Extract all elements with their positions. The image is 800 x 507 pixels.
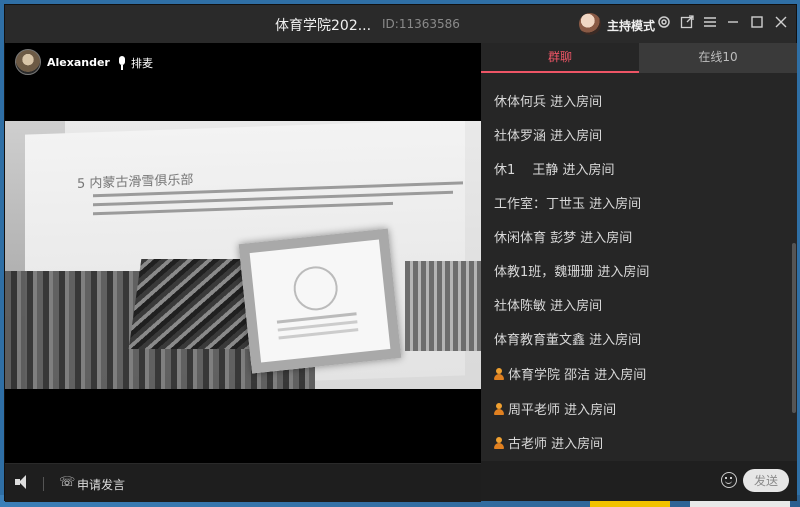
list-item: 古老师 进入房间 [494, 433, 603, 452]
divider [43, 477, 44, 491]
slide-photo-right [405, 261, 481, 351]
list-item: 社体罗涵 进入房间 [494, 129, 603, 144]
window-title: 体育学院202... [275, 18, 372, 34]
chat-input[interactable] [491, 470, 715, 494]
send-button[interactable]: 发送 [743, 469, 789, 492]
teacher-icon [494, 367, 504, 380]
room-id: ID:11363586 [382, 17, 460, 31]
message-scrollbar[interactable] [792, 243, 796, 413]
mic-queue-label: 排麦 [131, 57, 153, 70]
shared-slide: 5 内蒙古滑雪俱乐部 [5, 121, 481, 389]
list-item: 周平老师 进入房间 [494, 399, 616, 418]
list-item: 体教1班，魏珊珊 进入房间 [494, 265, 650, 280]
phone-request-icon[interactable]: ☏ [59, 475, 75, 490]
host-avatar[interactable] [579, 13, 601, 35]
teacher-icon [494, 402, 504, 415]
slide-certificate-image [238, 228, 402, 374]
presenter-info: Alexander [15, 49, 110, 75]
panel-tabs: 群聊 在线10 [481, 43, 797, 73]
list-item: 休体何兵 进入房间 [494, 95, 603, 110]
popout-icon[interactable] [679, 15, 695, 31]
teacher-icon [494, 436, 504, 449]
minimize-icon[interactable] [725, 15, 741, 31]
list-item: 体育学院 邵洁 进入房间 [494, 364, 646, 383]
message-list: 休体何兵 进入房间 社体罗涵 进入房间 休1 王静 进入房间 工作室：丁世玉 进… [481, 79, 797, 459]
presenter-avatar [15, 49, 41, 75]
close-icon[interactable] [773, 15, 789, 31]
menu-icon[interactable] [702, 15, 718, 31]
list-item: 休1 王静 进入房间 [494, 163, 615, 178]
chat-panel: 群聊 在线10 休体何兵 进入房间 社体罗涵 进入房间 休1 王静 进入房间 工… [481, 43, 797, 501]
tab-online[interactable]: 在线10 [639, 43, 797, 73]
control-bar: ☏ 申请发言 [5, 463, 481, 502]
host-mode-label[interactable]: 主持模式 [607, 17, 655, 34]
video-area[interactable]: Alexander 排麦 5 内蒙古滑雪俱乐部 [5, 43, 481, 463]
presenter-name: Alexander [47, 55, 110, 69]
chat-input-bar: 发送 [481, 461, 797, 501]
list-item: 休闲体育 彭梦 进入房间 [494, 231, 633, 246]
gear-icon[interactable] [656, 15, 672, 31]
list-item: 体育教育董文鑫 进入房间 [494, 333, 642, 348]
list-item: 社体陈敏 进入房间 [494, 299, 603, 314]
title-bar: 体育学院202... ID:11363586 主持模式 [5, 5, 796, 43]
mic-queue-button[interactable]: 排麦 [118, 55, 153, 71]
slide-heading: 5 内蒙古滑雪俱乐部 [77, 172, 194, 192]
speaker-icon[interactable] [15, 474, 31, 490]
microphone-icon [118, 56, 126, 70]
maximize-icon[interactable] [749, 15, 765, 31]
tab-group-chat[interactable]: 群聊 [481, 43, 639, 73]
meeting-window: 体育学院202... ID:11363586 主持模式 Alexander 排麦… [4, 4, 797, 502]
emoji-icon[interactable] [721, 472, 737, 488]
list-item: 工作室：丁世玉 进入房间 [494, 197, 642, 212]
request-speak-button[interactable]: 申请发言 [77, 476, 125, 493]
